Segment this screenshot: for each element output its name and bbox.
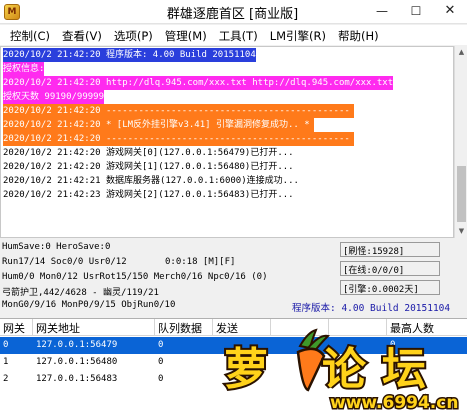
table-cell: 0 <box>158 357 164 367</box>
scroll-down-icon[interactable]: ▼ <box>455 225 467 238</box>
close-button[interactable]: ✕ <box>433 0 467 24</box>
status-save: HumSave:0 HeroSave:0 <box>2 242 111 252</box>
status-time: 0:0:18 [M][F] <box>165 257 236 267</box>
status-mon: MonG0/9/16 MonP0/9/15 ObjRun0/10 <box>2 300 176 310</box>
log-scrollbar[interactable]: ▲ ▼ <box>454 46 467 238</box>
table-cell <box>271 371 329 388</box>
table-cell: 0 <box>3 340 9 350</box>
col-queue[interactable]: 队列数据 <box>155 319 213 336</box>
status-run: Run17/14 Soc0/0 Usr0/12 <box>2 257 127 267</box>
table-cell <box>329 371 387 388</box>
col-5[interactable] <box>329 319 387 336</box>
table-cell: 0 <box>390 374 396 384</box>
online-counter: [在线:0/0/0] <box>340 261 440 276</box>
window-title: 群雄逐鹿首区 [商业版] <box>166 7 299 22</box>
menu-help[interactable]: 帮助(H) <box>332 25 385 45</box>
menu-view[interactable]: 查看(V) <box>56 25 108 45</box>
menu-lm-engine[interactable]: LM引擎(R) <box>264 25 332 45</box>
table-cell: 0 <box>158 374 164 384</box>
menu-bar: 控制(C) 查看(V) 选项(P) 管理(M) 工具(T) LM引擎(R) 帮助… <box>0 25 467 45</box>
log-line: 2020/10/2 21:42:20 ---------------------… <box>3 132 354 146</box>
title-bar: M 群雄逐鹿首区 [商业版] — ☐ ✕ <box>0 0 467 24</box>
log-line: 2020/10/2 21:42:20 http://dlq.945.com/xx… <box>3 76 394 90</box>
table-cell: 127.0.0.1:56479 <box>36 340 118 350</box>
refresh-counter: [刷怪:15928] <box>340 242 440 257</box>
table-cell: 0 <box>390 357 396 367</box>
menu-manage[interactable]: 管理(M) <box>159 25 213 45</box>
menu-tools[interactable]: 工具(T) <box>213 25 264 45</box>
table-header: 网关 网关地址 队列数据 发送 最高人数 <box>0 319 467 336</box>
app-icon[interactable]: M <box>4 4 20 20</box>
log-line: 2020/10/2 21:42:20 * [LM反外挂引擎v3.41] 引擎漏洞… <box>3 118 314 132</box>
log-line: 2020/10/2 21:42:21 数据库服务器(127.0.0.1:6000… <box>3 176 299 186</box>
scroll-up-icon[interactable]: ▲ <box>455 46 467 59</box>
log-line: 授权天数 99190/99999 <box>3 90 105 104</box>
table-cell: 2 <box>3 374 9 384</box>
table-cell <box>213 337 271 354</box>
table-cell <box>329 337 387 354</box>
log-line: 2020/10/2 21:42:20 程序版本: 4.00 Build 2015… <box>3 48 256 62</box>
table-cell <box>213 371 271 388</box>
log-panel[interactable]: 2020/10/2 21:42:20 程序版本: 4.00 Build 2015… <box>0 46 454 238</box>
scroll-thumb[interactable] <box>457 166 466 222</box>
col-address[interactable]: 网关地址 <box>33 319 155 336</box>
table-cell <box>329 354 387 371</box>
table-cell <box>271 354 329 371</box>
table-row[interactable]: 2 127.0.0.1:56483 0 0 <box>0 371 467 388</box>
log-line: 2020/10/2 21:42:23 游戏网关[2](127.0.0.1:564… <box>3 190 294 200</box>
table-cell: 0 <box>390 340 396 350</box>
status-monster: 弓箭护卫,442/4628 - 幽灵/119/21 <box>2 288 159 298</box>
table-row[interactable]: 0 127.0.0.1:56479 0 0 <box>0 337 467 354</box>
col-gateway[interactable]: 网关 <box>0 319 33 336</box>
log-line: 2020/10/2 21:42:20 游戏网关[1](127.0.0.1:564… <box>3 162 294 172</box>
table-cell: 127.0.0.1:56483 <box>36 374 118 384</box>
gateway-table: 网关 网关地址 队列数据 发送 最高人数 0 127.0.0.1:56479 0 0 1… <box>0 318 467 414</box>
table-cell <box>213 354 271 371</box>
version-label: 程序版本: 4.00 Build 20151104 <box>292 303 451 314</box>
table-cell <box>271 337 329 354</box>
log-line: 2020/10/2 21:42:20 游戏网关[0](127.0.0.1:564… <box>3 148 294 158</box>
engine-counter: [引擎:0.0002天] <box>340 280 440 295</box>
col-max-users[interactable]: 最高人数 <box>387 319 467 336</box>
log-line: 2020/10/2 21:42:20 ---------------------… <box>3 104 354 118</box>
menu-options[interactable]: 选项(P) <box>108 25 159 45</box>
table-row[interactable]: 1 127.0.0.1:56480 0 0 <box>0 354 467 371</box>
minimize-button[interactable]: — <box>365 0 399 24</box>
menu-control[interactable]: 控制(C) <box>4 25 56 45</box>
status-hum: Hum0/0 Mon0/12 UsrRot15/150 Merch0/16 Np… <box>2 272 268 282</box>
col-send[interactable]: 发送 <box>213 319 271 336</box>
log-line: 授权信息: <box>3 62 45 76</box>
maximize-button[interactable]: ☐ <box>399 0 433 24</box>
col-4[interactable] <box>271 319 329 336</box>
table-cell: 1 <box>3 357 9 367</box>
table-cell: 0 <box>158 340 164 350</box>
table-cell: 127.0.0.1:56480 <box>36 357 118 367</box>
